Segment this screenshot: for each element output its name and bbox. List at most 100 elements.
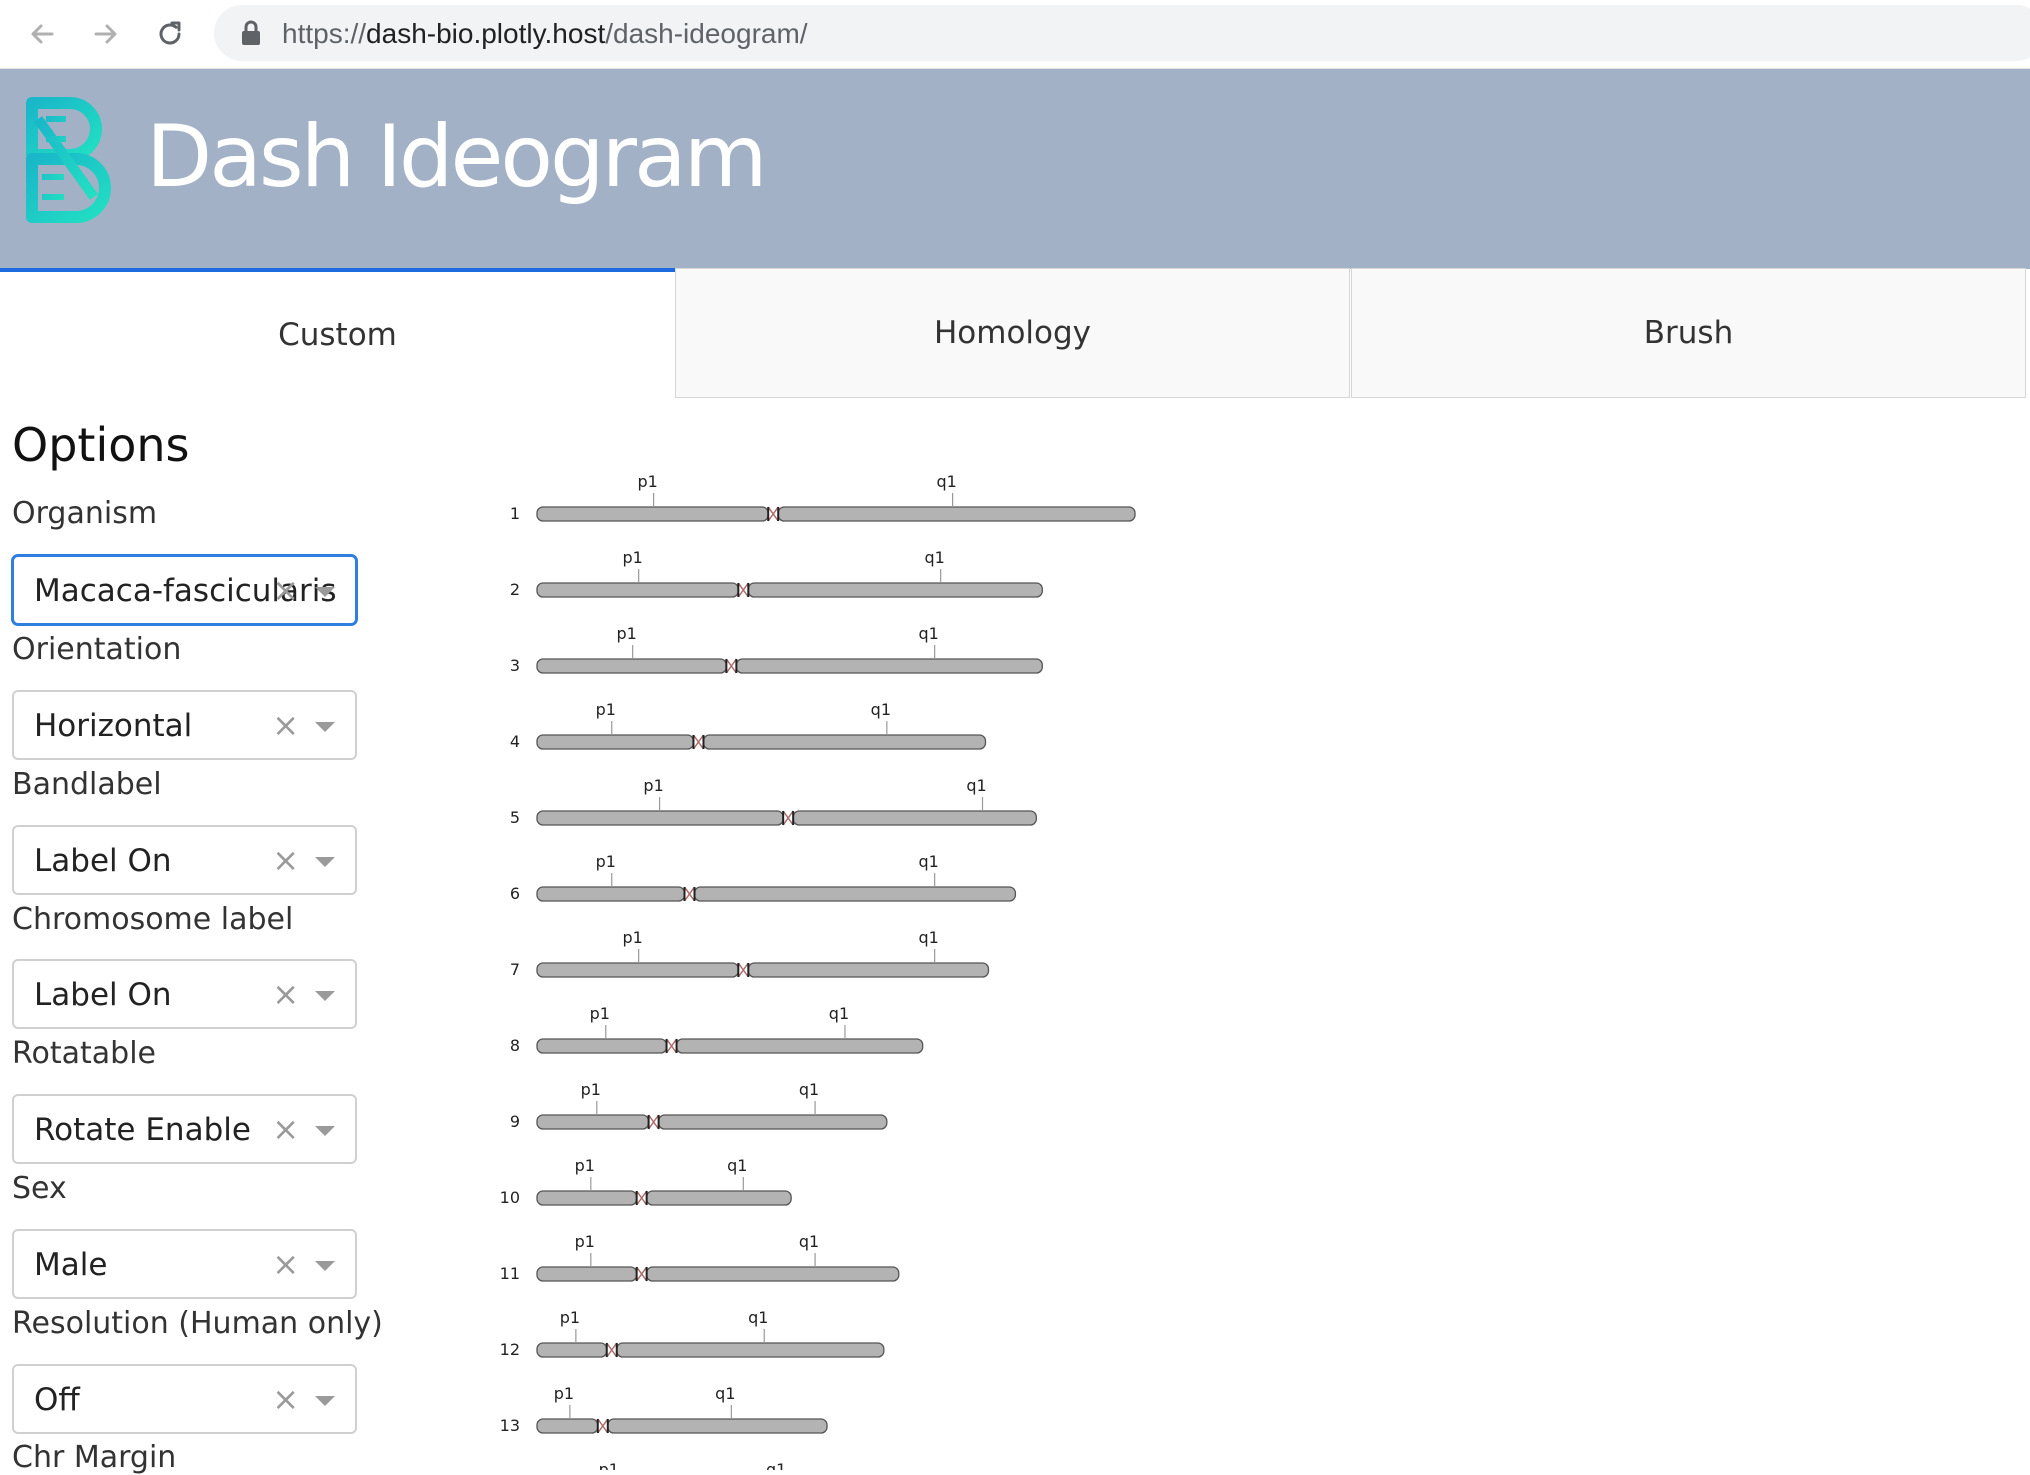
organism-dropdown[interactable]: Macaca-fascicularis ×: [12, 555, 357, 625]
chevron-down-icon[interactable]: [315, 991, 335, 1001]
chromosome-p-arm: [536, 506, 769, 522]
ideogram-plot[interactable]: 1 p1 q1 2 p1 q1 3 p1 q1 4 p1 q1 5 p1 q1 6 p1 q1 7 p1 q1 8 p1 q1…: [480, 460, 2020, 1470]
chromosome-name: 11: [500, 1264, 520, 1283]
centromere: [647, 1114, 660, 1130]
chromosome-p-arm: [536, 810, 784, 826]
band-label-p1: p1: [554, 1384, 574, 1403]
chevron-down-icon[interactable]: [315, 1261, 335, 1271]
app-header: Dash Ideogram: [0, 69, 2030, 269]
bandlabel-label: Bandlabel: [12, 767, 162, 802]
chromosome-p-arm: [536, 1342, 608, 1358]
chromosome-name: 2: [510, 580, 520, 599]
chromosome-name: 13: [500, 1416, 520, 1435]
band-label-p1: p1: [599, 1460, 619, 1470]
forward-button[interactable]: [86, 14, 126, 54]
chromosome-name: 4: [510, 732, 520, 751]
band-label-q1: q1: [799, 1232, 819, 1251]
orientation-clear-icon[interactable]: ×: [272, 706, 299, 744]
sex-dropdown[interactable]: Male ×: [12, 1229, 357, 1299]
chevron-down-icon[interactable]: [315, 857, 335, 867]
chromosome-q-arm: [702, 734, 987, 750]
band-label-q1: q1: [918, 852, 938, 871]
lock-icon: [242, 20, 260, 45]
chromosome-name: 10: [500, 1188, 520, 1207]
chromosome-label-value: Label On: [34, 977, 172, 1013]
band-label-p1: p1: [622, 928, 642, 947]
chromosome-p-arm: [536, 1418, 599, 1434]
chromosome-name: 8: [510, 1036, 520, 1055]
chromosome-name: 5: [510, 808, 520, 827]
orientation-label: Orientation: [12, 632, 182, 667]
tab-brush[interactable]: Brush: [1351, 268, 2026, 398]
app-title: Dash Ideogram: [146, 107, 767, 207]
chromosome-label-dropdown[interactable]: Label On ×: [12, 959, 357, 1029]
band-label-p1: p1: [560, 1308, 580, 1327]
tab-custom[interactable]: Custom: [0, 268, 675, 398]
url-text: https://dash-bio.plotly.host/dash-ideogr…: [282, 18, 808, 50]
centromere: [737, 582, 749, 598]
reload-button[interactable]: [150, 14, 190, 54]
bandlabel-clear-icon[interactable]: ×: [272, 841, 299, 879]
chromosome-q-arm: [645, 1190, 792, 1206]
chevron-down-icon[interactable]: [315, 1126, 335, 1136]
chromosome-p-arm: [536, 1114, 650, 1130]
dash-bio-logo-icon: [26, 97, 111, 223]
chromosome-name: 1: [510, 504, 520, 523]
band-label-q1: q1: [766, 1460, 786, 1470]
centromere: [636, 1266, 648, 1282]
band-label-q1: q1: [748, 1308, 768, 1327]
back-button[interactable]: [22, 14, 62, 54]
band-label-p1: p1: [581, 1080, 601, 1099]
band-label-q1: q1: [715, 1384, 735, 1403]
resolution-value: Off: [34, 1382, 80, 1418]
band-label-p1: p1: [575, 1232, 595, 1251]
chromosome-q-arm: [792, 810, 1037, 826]
chromosome-q-arm: [675, 1038, 924, 1054]
chromosome-name: 3: [510, 656, 520, 675]
centromere: [636, 1190, 648, 1206]
chromosome-label-clear-icon[interactable]: ×: [272, 975, 299, 1013]
back-arrow-icon: [31, 24, 54, 44]
resolution-dropdown[interactable]: Off ×: [12, 1364, 357, 1434]
orientation-dropdown[interactable]: Horizontal ×: [12, 690, 357, 760]
chromosome-label-label: Chromosome label: [12, 902, 294, 937]
band-label-q1: q1: [727, 1156, 747, 1175]
tab-bar: Custom Homology Brush: [0, 268, 2030, 400]
url-prefix: https://: [282, 18, 367, 49]
sex-value: Male: [34, 1247, 108, 1283]
centromere: [606, 1342, 618, 1358]
chromosome-name: 6: [510, 884, 520, 903]
band-label-q1: q1: [829, 1004, 849, 1023]
band-label-q1: q1: [799, 1080, 819, 1099]
sex-clear-icon[interactable]: ×: [272, 1245, 299, 1283]
band-label-q1: q1: [871, 700, 891, 719]
chevron-down-icon[interactable]: [315, 1396, 335, 1406]
orientation-value: Horizontal: [34, 708, 193, 744]
organism-clear-icon[interactable]: ×: [272, 571, 299, 609]
tab-homology[interactable]: Homology: [675, 268, 1350, 398]
sex-label: Sex: [12, 1171, 67, 1206]
resolution-clear-icon[interactable]: ×: [272, 1380, 299, 1418]
tab-label: Custom: [278, 317, 397, 353]
chromosome-q-arm: [747, 962, 990, 978]
chromosome-q-arm: [777, 506, 1136, 522]
chromosome-p-arm: [536, 734, 695, 750]
reload-icon: [159, 21, 181, 45]
band-label-q1: q1: [918, 928, 938, 947]
band-label-p1: p1: [643, 776, 663, 795]
chromosome-p-arm: [536, 1038, 668, 1054]
chromosome-p-arm: [536, 582, 739, 598]
browser-toolbar: https://dash-bio.plotly.host/dash-ideogr…: [0, 0, 2030, 69]
chromosome-p-arm: [536, 1266, 638, 1282]
chromosome-q-arm: [616, 1342, 885, 1358]
centromere: [665, 1038, 678, 1054]
bandlabel-dropdown[interactable]: Label On ×: [12, 825, 357, 895]
chevron-down-icon[interactable]: [315, 722, 335, 732]
address-bar[interactable]: https://dash-bio.plotly.host/dash-ideogr…: [214, 5, 2030, 61]
rotatable-clear-icon[interactable]: ×: [272, 1110, 299, 1148]
chevron-down-icon[interactable]: [315, 587, 335, 597]
centromere: [692, 734, 705, 750]
rotatable-dropdown[interactable]: Rotate Enable ×: [12, 1094, 357, 1164]
forward-arrow-icon: [94, 24, 117, 44]
band-label-q1: q1: [924, 548, 944, 567]
